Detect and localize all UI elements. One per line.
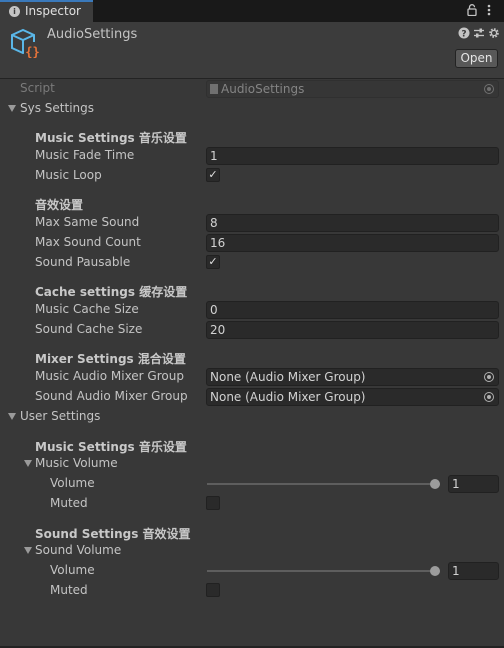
script-label: Script xyxy=(20,81,55,95)
music-volume-slider-label: Volume xyxy=(50,476,95,490)
max-sound-count-field[interactable]: 16 xyxy=(206,234,499,252)
music-loop-label: Music Loop xyxy=(35,168,102,182)
music-cache-size-field[interactable]: 0 xyxy=(206,301,499,319)
tab-inspector-label: Inspector xyxy=(25,4,81,18)
tab-bar: i Inspector xyxy=(0,0,504,22)
open-button[interactable]: Open xyxy=(455,49,498,68)
sound-mixer-group-field[interactable]: None (Audio Mixer Group) xyxy=(206,388,499,406)
music-volume-slider-track[interactable] xyxy=(207,483,440,485)
foldout-arrow-icon[interactable] xyxy=(24,547,32,554)
music-muted-label: Muted xyxy=(50,496,88,510)
svg-text:{}: {} xyxy=(25,45,39,59)
music-volume-foldout[interactable]: Music Volume xyxy=(0,454,504,474)
mixer-settings-header: Mixer Settings 混合设置 xyxy=(0,348,504,368)
sys-settings-foldout[interactable]: Sys Settings xyxy=(0,99,504,119)
object-picker-icon[interactable] xyxy=(484,392,494,402)
tab-inspector[interactable]: i Inspector xyxy=(0,0,93,22)
sound-volume-slider-track[interactable] xyxy=(207,570,440,572)
music-mixer-group-row: Music Audio Mixer Group None (Audio Mixe… xyxy=(0,367,504,387)
sound-muted-checkbox[interactable] xyxy=(206,583,220,597)
music-settings-header: Music Settings 音乐设置 xyxy=(0,127,504,147)
user-music-settings-header-label: Music Settings 音乐设置 xyxy=(35,440,187,454)
object-picker-icon[interactable] xyxy=(484,372,494,382)
max-same-sound-field[interactable]: 8 xyxy=(206,214,499,232)
sound-cache-size-row: Sound Cache Size 20 xyxy=(0,320,504,340)
sound-volume-foldout[interactable]: Sound Volume xyxy=(0,541,504,561)
script-field: AudioSettings xyxy=(206,80,499,98)
sound-cache-size-field[interactable]: 20 xyxy=(206,321,499,339)
sound-mixer-group-row: Sound Audio Mixer Group None (Audio Mixe… xyxy=(0,387,504,407)
component-header: {} AudioSettings ? Open xyxy=(0,22,504,78)
sound-volume-slider-label: Volume xyxy=(50,563,95,577)
foldout-arrow-icon[interactable] xyxy=(8,105,16,112)
max-same-sound-label: Max Same Sound xyxy=(35,215,140,229)
max-same-sound-row: Max Same Sound 8 xyxy=(0,213,504,233)
sound-volume-label: Sound Volume xyxy=(35,543,122,557)
info-icon: i xyxy=(9,6,20,17)
music-mixer-group-value: None (Audio Mixer Group) xyxy=(210,370,366,384)
svg-text:?: ? xyxy=(461,30,466,40)
music-mixer-group-label: Music Audio Mixer Group xyxy=(35,369,184,383)
kebab-menu-icon[interactable] xyxy=(485,3,493,17)
music-fade-time-field[interactable]: 1 xyxy=(206,147,499,165)
music-fade-time-label: Music Fade Time xyxy=(35,148,135,162)
music-volume-slider-thumb[interactable] xyxy=(430,479,440,489)
music-cache-size-label: Music Cache Size xyxy=(35,302,139,316)
help-icon[interactable]: ? xyxy=(458,27,470,39)
settings-gear-icon[interactable] xyxy=(488,27,500,39)
script-asset-icon: {} xyxy=(11,28,41,59)
component-title: AudioSettings xyxy=(47,27,138,42)
script-row: Script AudioSettings xyxy=(0,79,504,99)
user-sound-settings-header: Sound Settings 音效设置 xyxy=(0,523,504,543)
music-loop-checkbox[interactable]: ✓ xyxy=(206,168,220,182)
foldout-arrow-icon[interactable] xyxy=(24,460,32,467)
max-sound-count-row: Max Sound Count 16 xyxy=(0,233,504,253)
lock-icon[interactable] xyxy=(467,4,477,16)
music-settings-header-label: Music Settings 音乐设置 xyxy=(35,131,187,145)
object-picker-icon xyxy=(484,84,494,94)
sound-settings-header: 音效设置 xyxy=(0,194,504,214)
sys-settings-label: Sys Settings xyxy=(20,101,95,115)
mixer-settings-header-label: Mixer Settings 混合设置 xyxy=(35,352,186,366)
music-fade-time-row: Music Fade Time 1 xyxy=(0,146,504,166)
sound-settings-header-label: 音效设置 xyxy=(35,198,84,212)
sound-pausable-checkbox[interactable]: ✓ xyxy=(206,255,220,269)
sound-pausable-row: Sound Pausable ✓ xyxy=(0,253,504,273)
sound-volume-slider-thumb[interactable] xyxy=(430,566,440,576)
music-mixer-group-field[interactable]: None (Audio Mixer Group) xyxy=(206,368,499,386)
sound-muted-row: Muted xyxy=(0,581,504,601)
user-music-settings-header: Music Settings 音乐设置 xyxy=(0,436,504,456)
sound-muted-label: Muted xyxy=(50,583,88,597)
sound-mixer-group-label: Sound Audio Mixer Group xyxy=(35,389,188,403)
sound-mixer-group-value: None (Audio Mixer Group) xyxy=(210,390,366,404)
music-volume-value-field[interactable]: 1 xyxy=(448,475,499,493)
script-file-icon xyxy=(210,84,218,94)
user-sound-settings-header-label: Sound Settings 音效设置 xyxy=(35,527,191,541)
music-volume-label: Music Volume xyxy=(35,456,118,470)
foldout-arrow-icon[interactable] xyxy=(8,413,16,420)
script-value: AudioSettings xyxy=(221,82,305,96)
music-muted-checkbox[interactable] xyxy=(206,496,220,510)
sound-pausable-label: Sound Pausable xyxy=(35,255,131,269)
sound-cache-size-label: Sound Cache Size xyxy=(35,322,143,336)
sound-volume-value-field[interactable]: 1 xyxy=(448,562,499,580)
user-settings-foldout[interactable]: User Settings xyxy=(0,407,504,427)
cache-settings-header-label: Cache settings 缓存设置 xyxy=(35,285,188,299)
max-sound-count-label: Max Sound Count xyxy=(35,235,141,249)
music-volume-slider-row: Volume 1 xyxy=(0,474,504,494)
music-muted-row: Muted xyxy=(0,494,504,514)
music-cache-size-row: Music Cache Size 0 xyxy=(0,300,504,320)
presets-icon[interactable] xyxy=(473,27,485,39)
sound-volume-slider-row: Volume 1 xyxy=(0,561,504,581)
cache-settings-header: Cache settings 缓存设置 xyxy=(0,281,504,301)
user-settings-label: User Settings xyxy=(20,409,101,423)
music-loop-row: Music Loop ✓ xyxy=(0,166,504,186)
